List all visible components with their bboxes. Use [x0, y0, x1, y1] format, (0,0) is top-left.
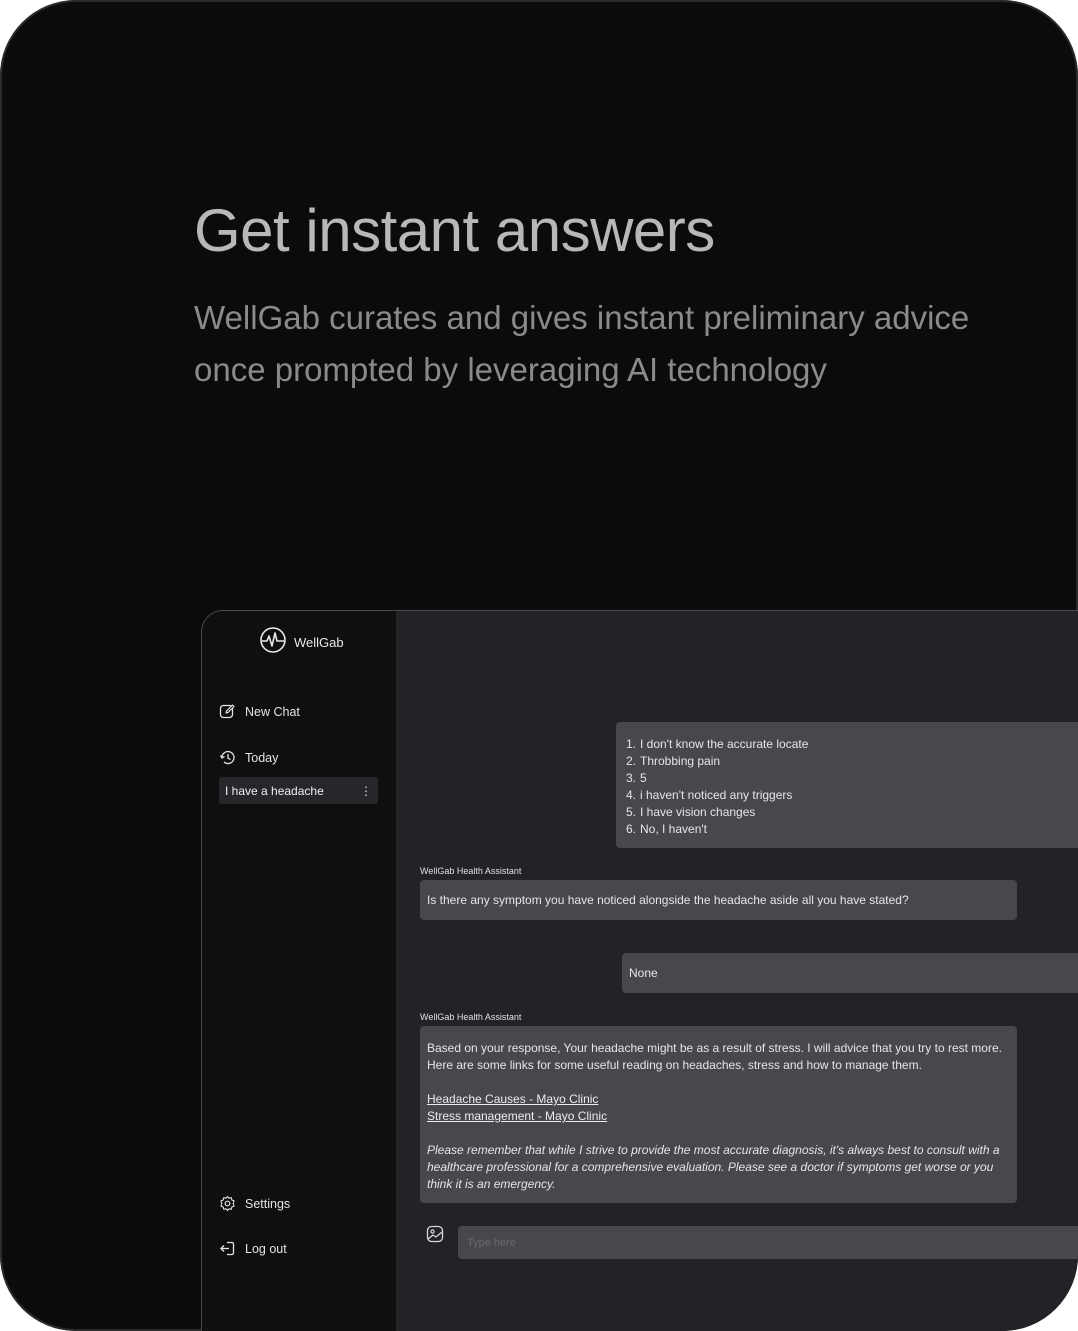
- history-icon: [219, 749, 236, 766]
- assistant-message: Is there any symptom you have noticed al…: [420, 880, 1017, 920]
- list-item: 5. I have vision changes: [626, 805, 756, 819]
- hero-title: Get instant answers: [194, 197, 715, 264]
- logout-button[interactable]: Log out: [219, 1240, 287, 1257]
- assistant-message: Based on your response, Your headache mi…: [420, 1026, 1017, 1203]
- logo-text: WellGab: [294, 635, 344, 650]
- app-window: WellGab New Chat Today I have a headache…: [201, 610, 1078, 1331]
- list-item: 1. I don't know the accurate locate: [626, 737, 809, 751]
- list-item: 3. 5: [626, 771, 647, 785]
- feature-card: Get instant answers WellGab curates and …: [0, 0, 1078, 1331]
- attach-image-button[interactable]: [426, 1225, 444, 1248]
- heartbeat-logo-icon: [258, 625, 288, 660]
- image-attach-icon: [426, 1225, 444, 1248]
- list-item: 2. Throbbing pain: [626, 754, 721, 768]
- history-today-header: Today: [219, 749, 278, 766]
- chat-history-item[interactable]: I have a headache ⋮: [219, 777, 378, 804]
- settings-button[interactable]: Settings: [219, 1195, 290, 1212]
- assistant-intro: Based on your response, Your headache mi…: [427, 1041, 1002, 1072]
- settings-label: Settings: [245, 1196, 291, 1211]
- stress-management-link[interactable]: Stress management - Mayo Clinic: [427, 1108, 1010, 1125]
- user-answers-list: 1. I don't know the accurate locate 2. Thr…: [626, 736, 1078, 838]
- logout-icon: [219, 1240, 236, 1257]
- edit-icon: [219, 703, 236, 720]
- assistant-label: WellGab Health Assistant: [420, 1012, 522, 1022]
- logo[interactable]: WellGab: [258, 625, 344, 660]
- chat-area: 1. I don't know the accurate locate 2. Thr…: [396, 611, 1078, 1331]
- headache-causes-link[interactable]: Headache Causes - Mayo Clinic: [427, 1091, 1010, 1108]
- user-message: 1. I don't know the accurate locate 2. Thr…: [616, 722, 1078, 848]
- user-message: None: [622, 953, 1078, 993]
- assistant-label: WellGab Health Assistant: [420, 866, 522, 876]
- message-input[interactable]: [458, 1226, 1078, 1259]
- more-options-icon[interactable]: ⋮: [360, 785, 372, 797]
- list-item: 4. i haven't noticed any triggers: [626, 788, 793, 802]
- sidebar: WellGab New Chat Today I have a headache…: [202, 611, 396, 1331]
- new-chat-label: New Chat: [245, 704, 300, 719]
- new-chat-button[interactable]: New Chat: [219, 703, 300, 720]
- hero-subtitle: WellGab curates and gives instant prelim…: [194, 299, 970, 388]
- chat-title: I have a headache: [225, 783, 324, 798]
- gear-icon: [219, 1195, 236, 1212]
- logout-label: Log out: [245, 1241, 287, 1256]
- list-item: 6. No, I haven't: [626, 822, 707, 836]
- assistant-disclaimer: Please remember that while I strive to p…: [427, 1143, 1000, 1191]
- today-label: Today: [245, 750, 279, 765]
